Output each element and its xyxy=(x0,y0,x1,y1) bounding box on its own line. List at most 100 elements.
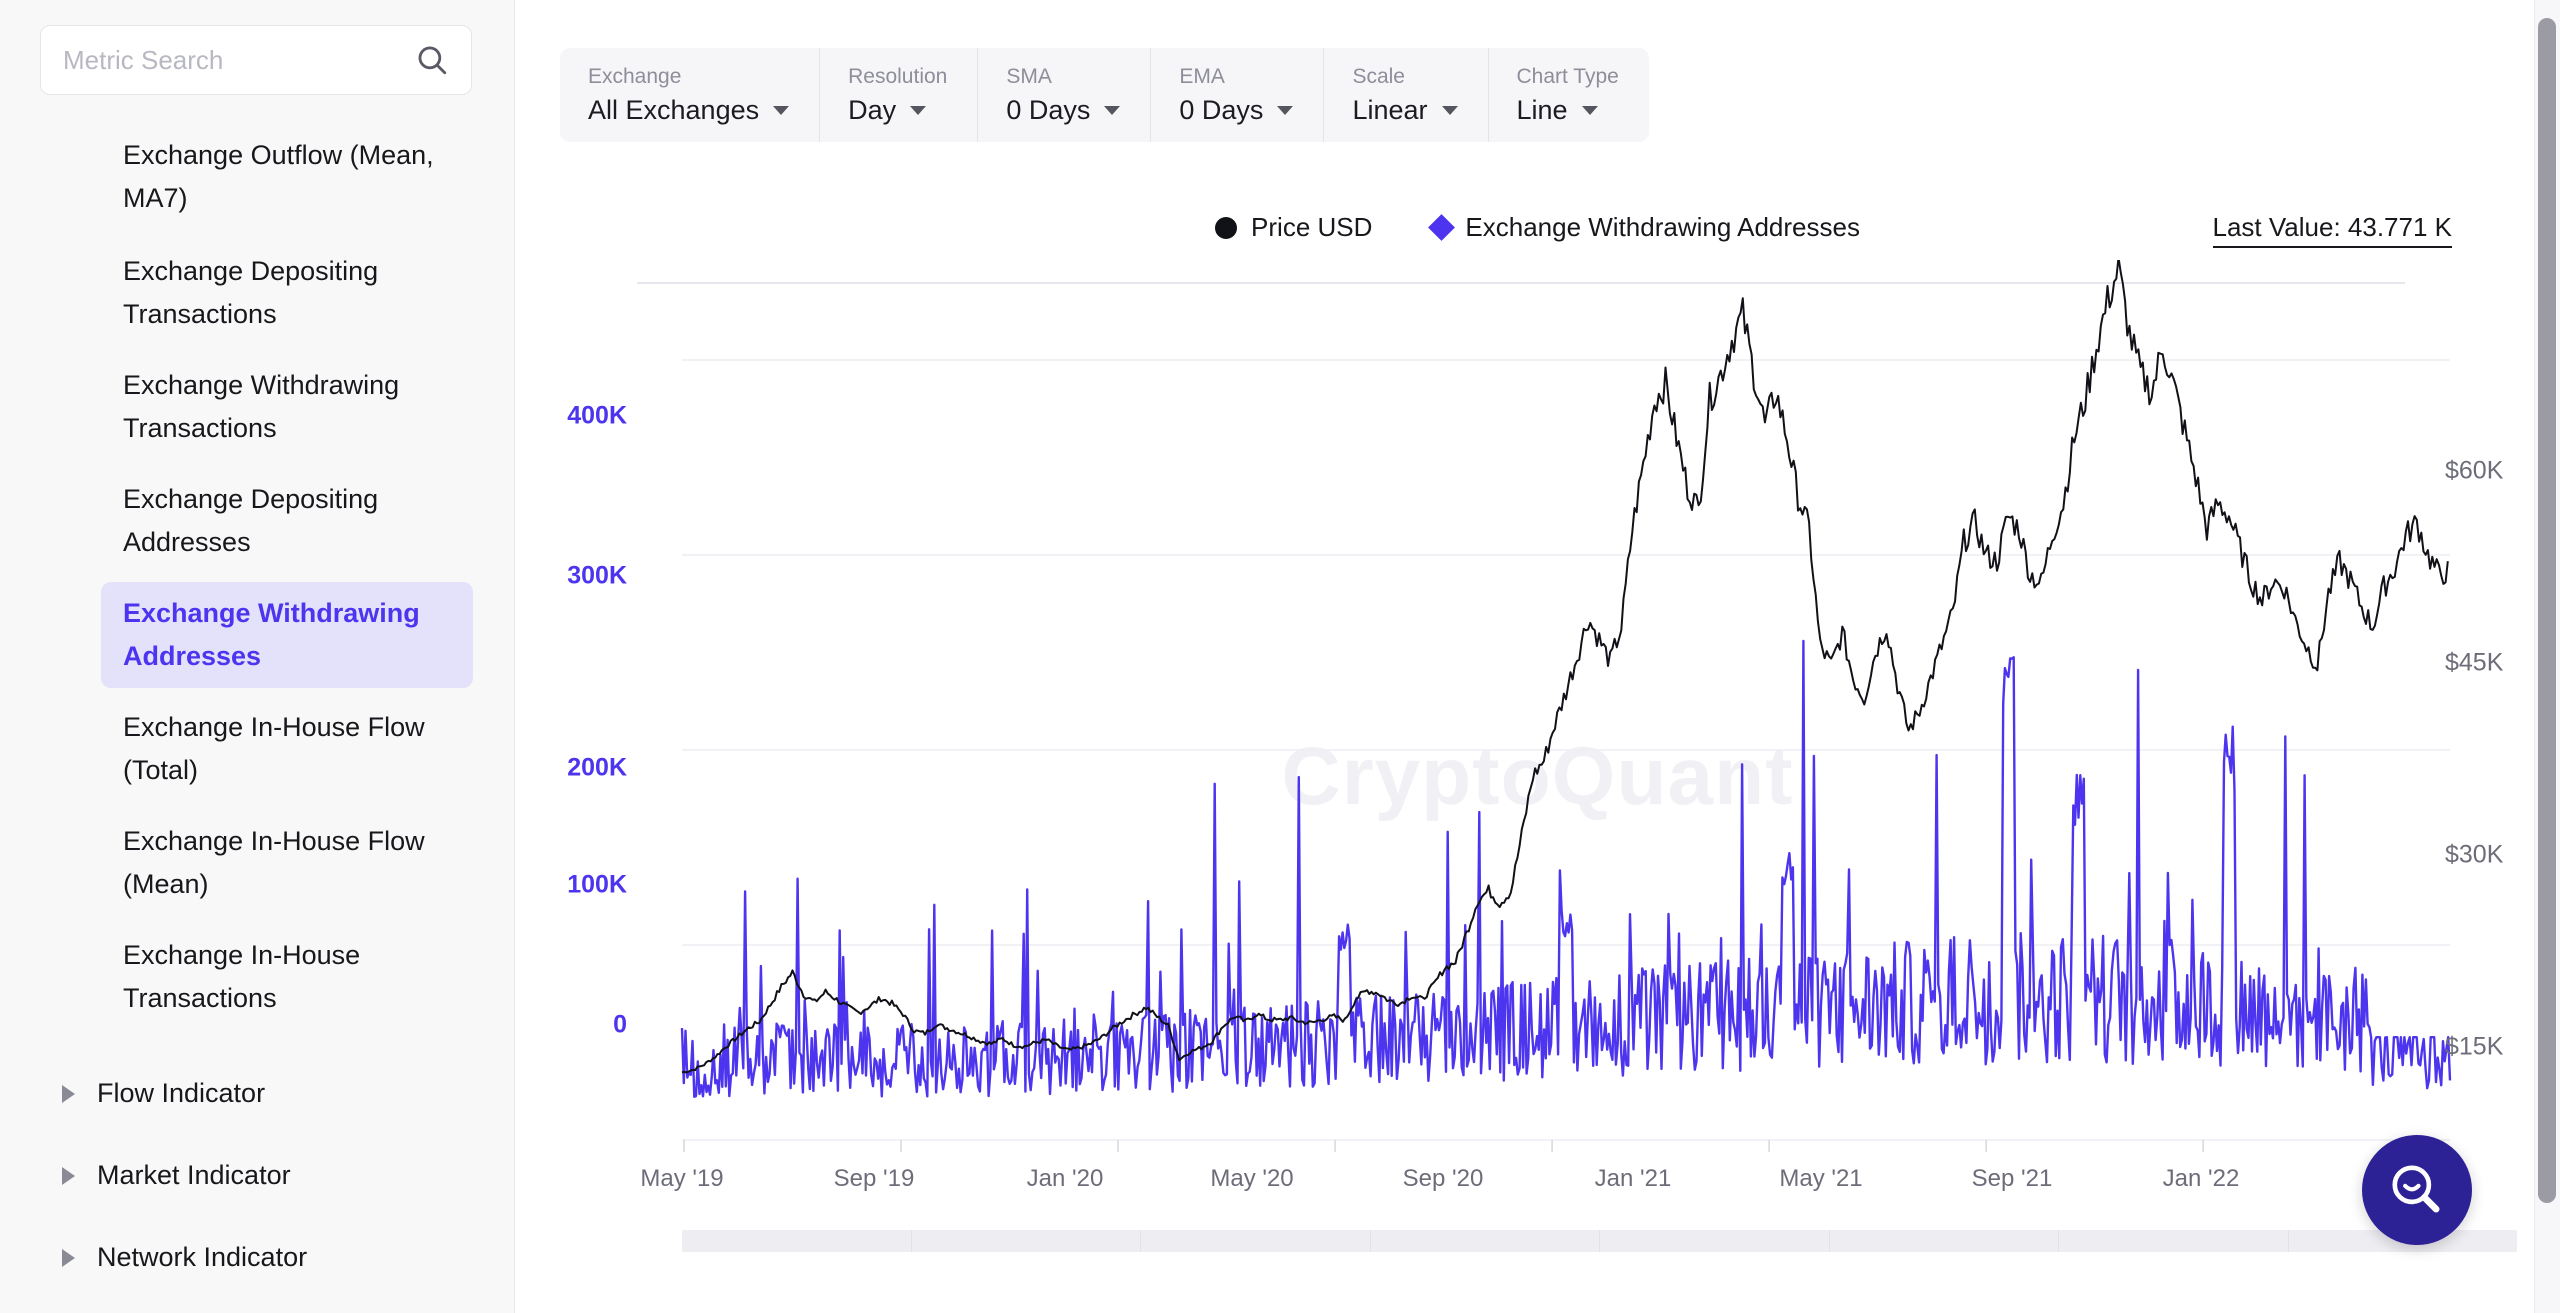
chevron-down-icon xyxy=(1581,105,1598,115)
control-value-text: All Exchanges xyxy=(588,95,760,125)
last-value-label[interactable]: Last Value: 43.771 K xyxy=(2212,212,2452,248)
search-input[interactable] xyxy=(63,44,415,76)
chevron-down-icon xyxy=(1441,105,1458,115)
chevron-down-icon xyxy=(910,105,927,115)
control-label: EMA xyxy=(1179,65,1225,88)
x-axis-tick: Jan '22 xyxy=(2162,1165,2240,1192)
x-axis-tick: Jan '21 xyxy=(1594,1165,1672,1192)
control-value[interactable]: Line xyxy=(1517,95,1619,125)
y-axis-tick-left: 300K xyxy=(567,561,627,590)
control-scale[interactable]: Scale Linear xyxy=(1324,48,1489,142)
circle-marker-icon xyxy=(1215,216,1238,239)
range-slider-segment[interactable] xyxy=(912,1230,1141,1252)
sidebar-item-exchange-in-house-transactions[interactable]: Exchange In-House Transactions xyxy=(101,924,473,1030)
range-slider-segment[interactable] xyxy=(1371,1230,1600,1252)
x-axis-tick: May '19 xyxy=(640,1165,724,1192)
control-value[interactable]: All Exchanges xyxy=(588,95,790,125)
sidebar-item-label: Exchange Outflow (Mean, MA7) xyxy=(123,140,434,213)
sidebar-item-exchange-outflow-mean-ma7[interactable]: Exchange Outflow (Mean, MA7) xyxy=(101,124,473,230)
y-axis-tick-right: $60K xyxy=(2445,456,2504,485)
range-slider-segment[interactable] xyxy=(682,1230,912,1252)
control-resolution[interactable]: Resolution Day xyxy=(820,48,979,142)
control-ema[interactable]: EMA 0 Days xyxy=(1151,48,1325,142)
control-sma[interactable]: SMA 0 Days xyxy=(978,48,1152,142)
range-slider-segment[interactable] xyxy=(1600,1230,1830,1252)
x-axis-tick: May '21 xyxy=(1779,1165,1863,1192)
main-panel: Exchange All Exchanges Resolution Day SM… xyxy=(515,0,2560,1313)
sidebar-group-label: Network Indicator xyxy=(97,1242,308,1272)
control-value[interactable]: Linear xyxy=(1352,95,1458,125)
clipped-metric-above: , xyxy=(125,92,133,108)
triangle-right-icon xyxy=(62,1084,75,1103)
metric-list: , Exchange Outflow (Mean, MA7) Exchange … xyxy=(0,98,514,1070)
y-axis-tick-left: 100K xyxy=(567,870,627,899)
y-axis-tick-left: 200K xyxy=(567,753,627,782)
sidebar-item-exchange-depositing-addresses[interactable]: Exchange Depositing Addresses xyxy=(101,468,473,574)
search-icon xyxy=(418,46,447,75)
y-axis-tick-right: $30K xyxy=(2445,840,2504,869)
sidebar-item-label: Exchange Depositing Addresses xyxy=(123,484,379,557)
sidebar-group-label: Flow Indicator xyxy=(97,1078,266,1108)
page-scrollbar-track[interactable] xyxy=(2534,0,2560,1313)
x-axis-tick: Sep '19 xyxy=(833,1165,915,1192)
page-scrollbar-thumb[interactable] xyxy=(2538,18,2556,1203)
sidebar-item-label: Exchange In-House Flow (Total) xyxy=(123,712,425,785)
range-slider-segment[interactable] xyxy=(2059,1230,2289,1252)
control-value[interactable]: Day xyxy=(848,95,947,125)
sidebar-item-exchange-withdrawing-transactions[interactable]: Exchange Withdrawing Transactions xyxy=(101,354,473,460)
sidebar-item-label: Exchange Depositing Transactions xyxy=(123,256,379,329)
sidebar-item-label: Exchange Withdrawing Transactions xyxy=(123,370,400,443)
sidebar-item-label: Exchange Withdrawing Addresses xyxy=(123,598,420,671)
x-axis-tick: Sep '21 xyxy=(1971,1165,2053,1192)
y-axis-tick-right: $45K xyxy=(2445,648,2504,677)
sidebar-item-label: Exchange In-House Flow (Mean) xyxy=(123,826,425,899)
sidebar-item-exchange-withdrawing-addresses[interactable]: Exchange Withdrawing Addresses xyxy=(101,582,473,688)
sidebar-group-flow-indicator[interactable]: Flow Indicator xyxy=(40,1078,480,1109)
control-chart-type[interactable]: Chart Type Line xyxy=(1489,48,1649,142)
x-axis-tick: Jan '20 xyxy=(1026,1165,1104,1192)
triangle-right-icon xyxy=(62,1166,75,1185)
app-root: , Exchange Outflow (Mean, MA7) Exchange … xyxy=(0,0,2560,1313)
help-search-fab[interactable] xyxy=(2362,1135,2472,1245)
range-slider-segment[interactable] xyxy=(1830,1230,2059,1252)
control-value[interactable]: 0 Days xyxy=(1179,95,1294,125)
sidebar-item-exchange-depositing-transactions[interactable]: Exchange Depositing Transactions xyxy=(101,240,473,346)
control-value[interactable]: 0 Days xyxy=(1006,95,1121,125)
sidebar: , Exchange Outflow (Mean, MA7) Exchange … xyxy=(0,0,515,1313)
control-value-text: 0 Days xyxy=(1006,95,1091,125)
control-exchange[interactable]: Exchange All Exchanges xyxy=(560,48,821,142)
control-label: Chart Type xyxy=(1516,65,1619,88)
search-smile-icon xyxy=(2392,1165,2440,1213)
chevron-down-icon xyxy=(773,105,790,115)
control-value-text: Linear xyxy=(1352,95,1428,125)
range-slider-segment[interactable] xyxy=(1141,1230,1371,1252)
control-value-text: Line xyxy=(1516,95,1568,125)
sidebar-group-market-indicator[interactable]: Market Indicator xyxy=(40,1160,480,1191)
sidebar-item-exchange-in-house-flow-total[interactable]: Exchange In-House Flow (Total) xyxy=(101,696,473,802)
chart-range-slider[interactable] xyxy=(682,1230,2517,1252)
sidebar-group-label: Market Indicator xyxy=(97,1160,291,1190)
sidebar-item-exchange-in-house-flow-mean[interactable]: Exchange In-House Flow (Mean) xyxy=(101,810,473,916)
chevron-down-icon xyxy=(1277,105,1294,115)
legend-label: Price USD xyxy=(1251,212,1373,242)
sidebar-item-label: Exchange In-House Transactions xyxy=(123,940,361,1013)
y-axis-tick-left: 0 xyxy=(613,1010,627,1039)
metric-search-box[interactable] xyxy=(40,25,472,95)
triangle-right-icon xyxy=(62,1248,75,1267)
x-axis-tick: Sep '20 xyxy=(1402,1165,1484,1192)
control-value-text: Day xyxy=(848,95,897,125)
chevron-down-icon xyxy=(1104,105,1121,115)
control-label: SMA xyxy=(1006,65,1052,88)
chart-plot xyxy=(680,260,2452,1152)
x-axis-tick: May '20 xyxy=(1210,1165,1294,1192)
legend-item-exchange-withdrawing-addresses[interactable]: Exchange Withdrawing Addresses xyxy=(1428,212,1860,243)
legend-item-price-usd[interactable]: Price USD xyxy=(1215,212,1372,243)
y-axis-tick-right: $15K xyxy=(2445,1032,2504,1061)
control-value-text: 0 Days xyxy=(1179,95,1264,125)
sidebar-group-network-indicator[interactable]: Network Indicator xyxy=(40,1242,480,1273)
chart-canvas[interactable]: CryptoQuant 0 100K 200K 300K 400K $15K $… xyxy=(560,260,2517,1260)
control-label: Resolution xyxy=(848,65,948,88)
control-label: Scale xyxy=(1352,65,1405,88)
control-label: Exchange xyxy=(588,65,682,88)
chart-toolbar: Exchange All Exchanges Resolution Day SM… xyxy=(560,48,1649,142)
